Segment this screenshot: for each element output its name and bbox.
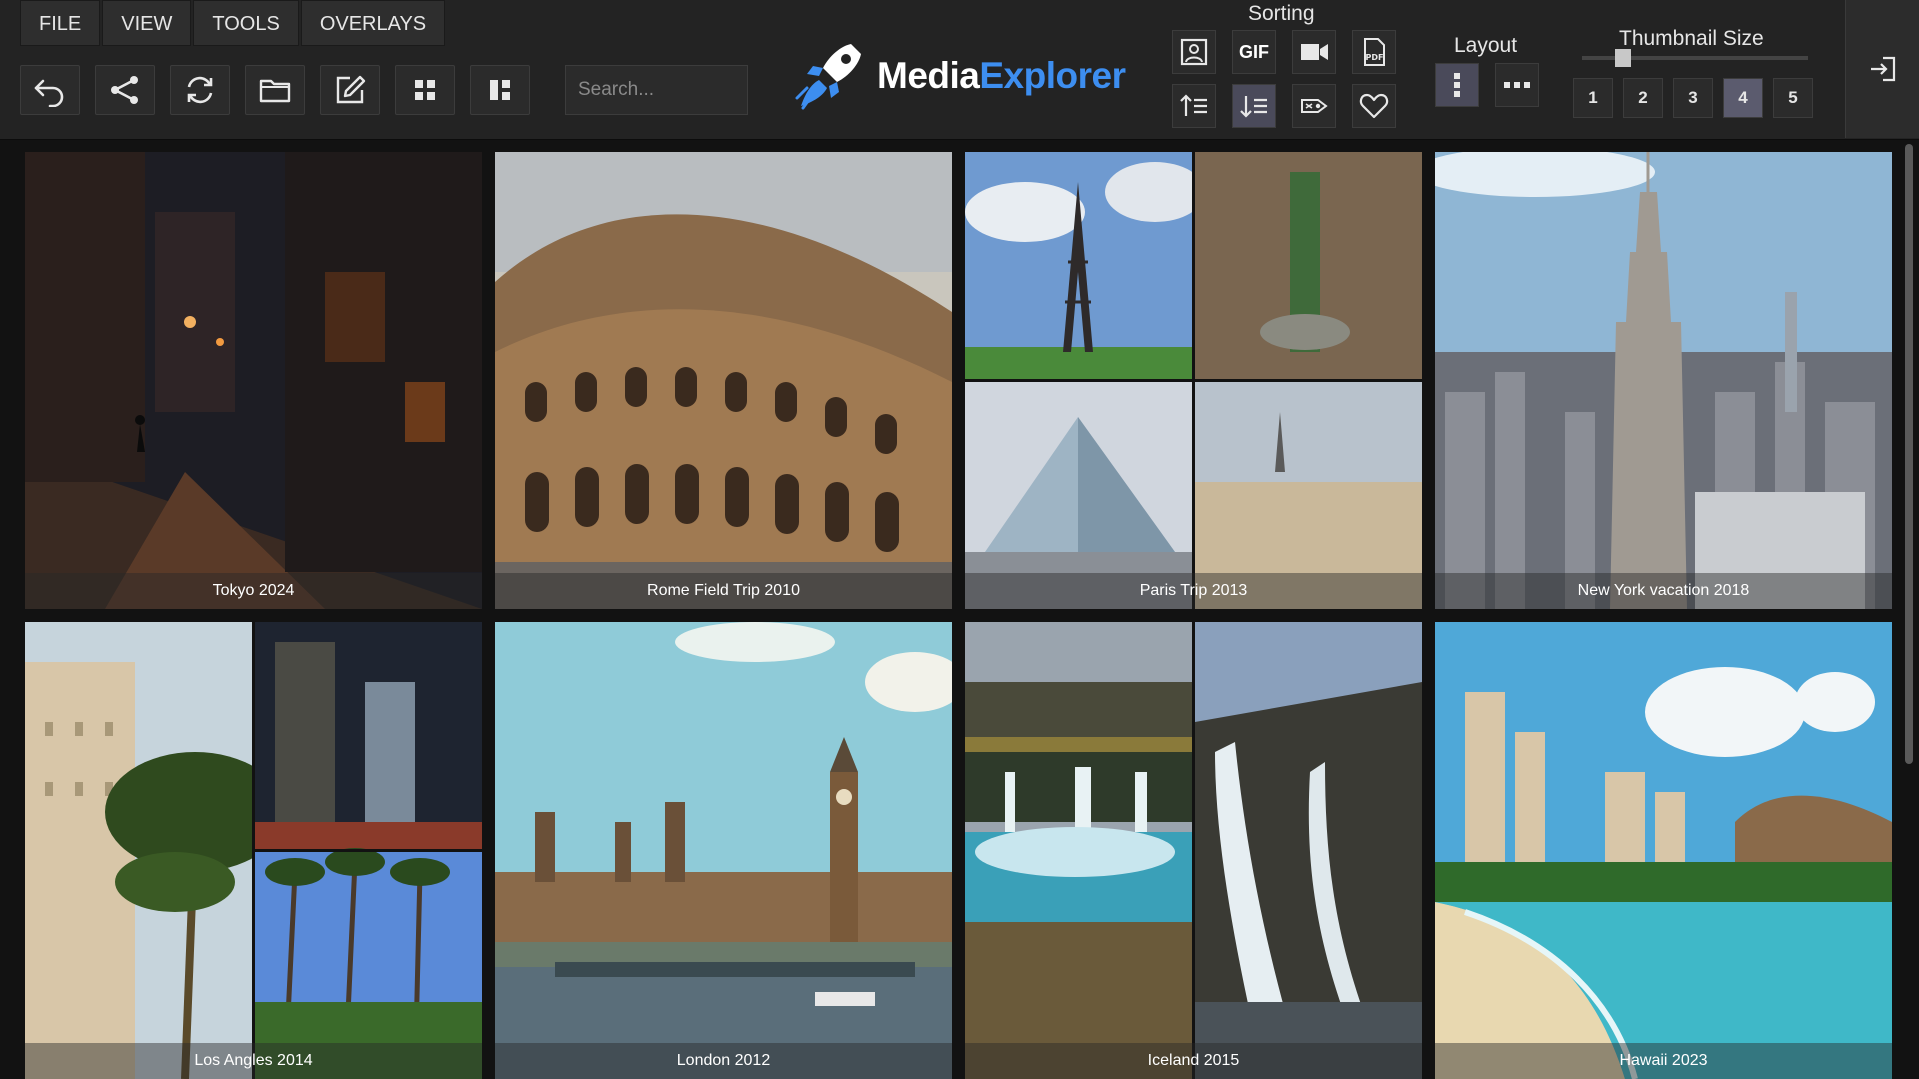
album-tile-paris[interactable]: Paris Trip 2013 xyxy=(965,152,1422,609)
image-icon xyxy=(1180,38,1208,66)
top-toolbar: FILE VIEW TOOLS OVERLAYS Search... Media… xyxy=(0,0,1919,140)
tag-icon xyxy=(1301,99,1328,113)
open-folder-button[interactable] xyxy=(245,65,305,115)
size-button-1[interactable]: 1 xyxy=(1573,78,1613,118)
favorites-button[interactable] xyxy=(1352,84,1396,128)
exit-button[interactable] xyxy=(1845,0,1919,138)
filter-pdf-button[interactable]: PDF xyxy=(1352,30,1396,74)
sort-ascending-button[interactable] xyxy=(1172,84,1216,128)
album-tile-rome[interactable]: Rome Field Trip 2010 xyxy=(495,152,952,609)
menu-bar: FILE VIEW TOOLS OVERLAYS xyxy=(20,0,447,46)
heart-icon xyxy=(1359,93,1389,119)
video-icon xyxy=(1301,44,1328,60)
mosaic-icon xyxy=(490,80,510,100)
sign-in-icon xyxy=(1870,56,1895,82)
album-caption: Paris Trip 2013 xyxy=(965,573,1422,609)
album-caption: Hawaii 2023 xyxy=(1435,1043,1892,1079)
size-button-4[interactable]: 4 xyxy=(1723,78,1763,118)
size-button-5[interactable]: 5 xyxy=(1773,78,1813,118)
album-tile-tokyo[interactable]: Tokyo 2024 xyxy=(25,152,482,609)
grid-view-button[interactable] xyxy=(395,65,455,115)
album-caption: Rome Field Trip 2010 xyxy=(495,573,952,609)
album-caption: New York vacation 2018 xyxy=(1435,573,1892,609)
gif-icon: GIF xyxy=(1239,41,1269,62)
grid-icon xyxy=(415,80,435,100)
pdf-icon: PDF xyxy=(1364,38,1385,66)
album-thumbnail xyxy=(25,152,482,609)
album-thumbnail xyxy=(965,152,1422,609)
thumbnail-size-title: Thumbnail Size xyxy=(1619,27,1764,50)
share-button[interactable] xyxy=(95,65,155,115)
filter-video-button[interactable] xyxy=(1292,30,1336,74)
album-thumbnail xyxy=(495,152,952,609)
app-logo: MediaExplorer xyxy=(793,36,1126,116)
menu-view[interactable]: VIEW xyxy=(102,0,192,46)
thumbnail-size-slider-thumb[interactable] xyxy=(1614,49,1631,67)
share-icon xyxy=(111,76,138,104)
layout-vertical-button[interactable] xyxy=(1435,63,1479,107)
filter-images-button[interactable] xyxy=(1172,30,1216,74)
album-caption: London 2012 xyxy=(495,1043,952,1079)
vertical-dots-icon xyxy=(1454,73,1460,97)
sorting-title: Sorting xyxy=(1248,2,1315,25)
size-button-3[interactable]: 3 xyxy=(1673,78,1713,118)
layout-title: Layout xyxy=(1454,34,1518,57)
album-thumbnail xyxy=(1435,622,1892,1079)
size-button-2[interactable]: 2 xyxy=(1623,78,1663,118)
undo-button[interactable] xyxy=(20,65,80,115)
refresh-button[interactable] xyxy=(170,65,230,115)
svg-text:PDF: PDF xyxy=(1366,53,1384,62)
horizontal-dots-icon xyxy=(1504,82,1530,88)
album-caption: Tokyo 2024 xyxy=(25,573,482,609)
undo-icon xyxy=(34,79,64,107)
layout-horizontal-button[interactable] xyxy=(1495,63,1539,107)
album-tile-london[interactable]: London 2012 xyxy=(495,622,952,1079)
tool-buttons xyxy=(20,65,545,115)
album-caption: Iceland 2015 xyxy=(965,1043,1422,1079)
mosaic-view-button[interactable] xyxy=(470,65,530,115)
filter-gif-button[interactable]: GIF xyxy=(1232,30,1276,74)
menu-overlays[interactable]: OVERLAYS xyxy=(300,0,446,46)
folder-icon xyxy=(259,79,291,103)
sort-ascending-icon xyxy=(1180,94,1207,116)
scrollbar-thumb[interactable] xyxy=(1905,144,1913,764)
edit-icon xyxy=(336,75,366,104)
vertical-scrollbar[interactable] xyxy=(1903,142,1915,1079)
search-input[interactable] xyxy=(565,65,748,115)
album-tile-new-york[interactable]: New York vacation 2018 xyxy=(1435,152,1892,609)
album-tile-los-angeles[interactable]: Los Angles 2014 xyxy=(25,622,482,1079)
app-name: MediaExplorer xyxy=(877,55,1126,96)
album-thumbnail xyxy=(25,622,482,1079)
menu-file[interactable]: FILE xyxy=(20,0,101,46)
album-thumbnail xyxy=(495,622,952,1079)
rocket-icon xyxy=(795,44,861,110)
album-thumbnail xyxy=(965,622,1422,1079)
refresh-icon xyxy=(187,76,213,104)
album-tile-iceland[interactable]: Iceland 2015 xyxy=(965,622,1422,1079)
sort-by-tag-button[interactable] xyxy=(1292,84,1336,128)
album-caption: Los Angles 2014 xyxy=(25,1043,482,1079)
sort-descending-icon xyxy=(1240,96,1267,118)
edit-button[interactable] xyxy=(320,65,380,115)
sort-descending-button[interactable] xyxy=(1232,84,1276,128)
album-tile-hawaii[interactable]: Hawaii 2023 xyxy=(1435,622,1892,1079)
album-thumbnail xyxy=(1435,152,1892,609)
menu-tools[interactable]: TOOLS xyxy=(193,0,299,46)
